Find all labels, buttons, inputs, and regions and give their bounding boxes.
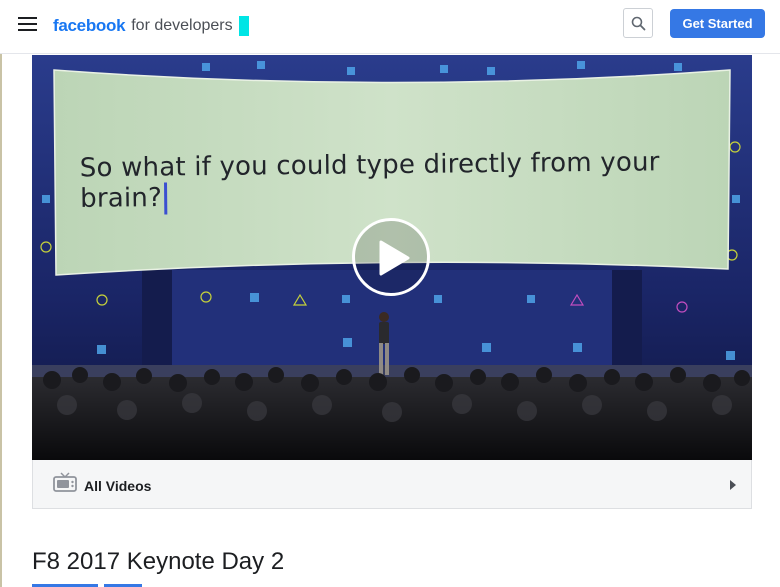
all-videos-bar[interactable]: All Videos [32,460,752,509]
search-button[interactable] [623,8,653,38]
caret-right-icon [730,480,736,490]
text-cursor-highlight [238,16,249,36]
page-title: F8 2017 Keynote Day 2 [32,548,285,575]
screen-caption: So what if you could type directly from … [80,147,721,216]
logo-brand: facebook [53,16,126,35]
hamburger-menu-icon[interactable] [18,14,38,34]
site-logo[interactable]: facebook for developers [53,15,249,37]
all-videos-label: All Videos [84,478,152,494]
search-icon [631,16,646,31]
screen-caret [163,182,168,215]
top-nav: facebook for developers Get Started [0,0,780,54]
play-button[interactable] [352,218,430,296]
tv-icon [53,472,77,492]
logo-suffix: for developers [131,17,233,34]
page-left-border [0,0,2,587]
play-icon [379,240,410,276]
video-player[interactable]: So what if you could type directly from … [32,55,752,460]
get-started-button[interactable]: Get Started [670,9,765,38]
